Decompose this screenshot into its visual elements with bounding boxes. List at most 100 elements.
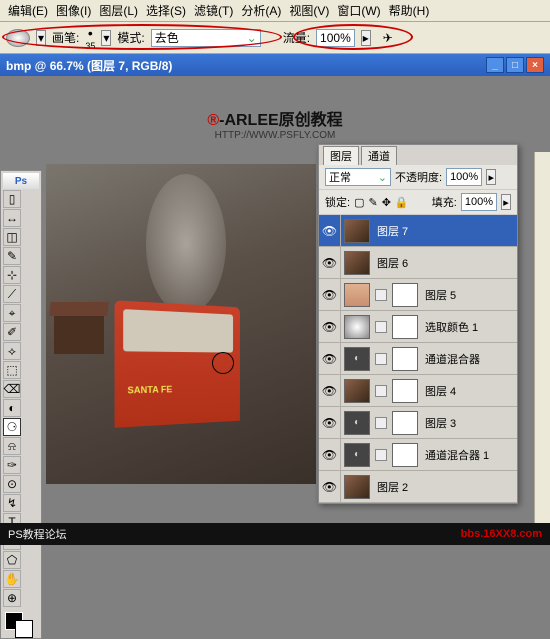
layer-name[interactable]: 图层 5: [421, 287, 517, 303]
tool-button[interactable]: ⟡: [3, 342, 21, 360]
tab-layers[interactable]: 图层: [323, 146, 359, 165]
layer-row[interactable]: 👁◐ 图层 3: [319, 407, 517, 439]
tool-button[interactable]: ⬠: [3, 551, 21, 569]
brush-picker-dropdown[interactable]: ▾: [101, 30, 111, 46]
visibility-toggle[interactable]: 👁: [319, 247, 341, 278]
layer-thumbnail[interactable]: [344, 251, 370, 275]
tool-button[interactable]: ⊹: [3, 266, 21, 284]
tool-button[interactable]: ◐: [3, 399, 21, 417]
visibility-toggle[interactable]: 👁: [319, 439, 341, 470]
layer-thumbnail[interactable]: [392, 347, 418, 371]
visibility-toggle[interactable]: 👁: [319, 215, 341, 246]
layer-row[interactable]: 👁 图层 6: [319, 247, 517, 279]
menu-item[interactable]: 视图(V): [285, 0, 333, 21]
vertical-scrollbar[interactable]: [534, 152, 550, 523]
visibility-toggle[interactable]: 👁: [319, 279, 341, 310]
link-icon: [375, 321, 387, 333]
layer-row[interactable]: 👁 选取颜色 1: [319, 311, 517, 343]
opacity-dropdown[interactable]: ▸: [486, 169, 496, 185]
layer-thumbnail[interactable]: [392, 379, 418, 403]
layer-thumbnail[interactable]: [344, 379, 370, 403]
menu-item[interactable]: 分析(A): [237, 0, 285, 21]
fill-dropdown[interactable]: ▸: [501, 194, 511, 210]
visibility-toggle[interactable]: 👁: [319, 375, 341, 406]
lock-position-icon[interactable]: ✥: [382, 196, 391, 209]
layer-name[interactable]: 图层 3: [421, 415, 517, 431]
menu-item[interactable]: 窗口(W): [333, 0, 384, 21]
layer-thumbnail[interactable]: ◐: [344, 411, 370, 435]
tool-button[interactable]: ✋: [3, 570, 21, 588]
tool-button[interactable]: ✐: [3, 323, 21, 341]
layer-name[interactable]: 图层 6: [373, 255, 517, 271]
layer-row[interactable]: 👁◐ 通道混合器 1: [319, 439, 517, 471]
blend-mode-select[interactable]: 正常 ⌄: [325, 168, 391, 186]
layer-row[interactable]: 👁 图层 2: [319, 471, 517, 503]
lock-transparency-icon[interactable]: ▢: [354, 196, 364, 209]
airbrush-icon[interactable]: ✈: [383, 31, 393, 45]
mode-select[interactable]: 去色 ⌄: [151, 29, 261, 47]
mode-label: 模式:: [117, 29, 144, 46]
tool-preset-icon[interactable]: [6, 29, 30, 47]
tool-button[interactable]: ⍾: [3, 437, 21, 455]
document-canvas[interactable]: [46, 164, 316, 484]
tool-button[interactable]: ⊕: [3, 589, 21, 607]
menu-item[interactable]: 编辑(E): [4, 0, 52, 21]
visibility-toggle[interactable]: 👁: [319, 343, 341, 374]
layer-thumbnail[interactable]: [344, 315, 370, 339]
tool-button[interactable]: ⌖: [3, 304, 21, 322]
visibility-toggle[interactable]: 👁: [319, 471, 341, 502]
tool-button[interactable]: ↯: [3, 494, 21, 512]
toolbox-header: Ps: [3, 173, 39, 189]
layer-name[interactable]: 图层 2: [373, 479, 517, 495]
lock-label: 锁定:: [325, 194, 350, 210]
tool-button[interactable]: ⬚: [3, 361, 21, 379]
layer-thumbnail[interactable]: ◐: [344, 443, 370, 467]
tab-channels[interactable]: 通道: [361, 146, 397, 165]
visibility-toggle[interactable]: 👁: [319, 311, 341, 342]
tool-button[interactable]: ⌫: [3, 380, 21, 398]
layer-row[interactable]: 👁 图层 7: [319, 215, 517, 247]
lock-all-icon[interactable]: 🔒: [395, 196, 409, 209]
layer-name[interactable]: 图层 7: [373, 223, 517, 239]
minimize-button[interactable]: _: [486, 57, 504, 73]
tool-preset-dropdown[interactable]: ▾: [36, 30, 46, 46]
close-button[interactable]: ×: [526, 57, 544, 73]
layer-thumbnail[interactable]: [392, 411, 418, 435]
fill-input[interactable]: 100%: [461, 193, 497, 211]
lock-fill-row: 锁定: ▢ ✎ ✥ 🔒 填充: 100% ▸: [319, 190, 517, 215]
layer-name[interactable]: 通道混合器 1: [421, 447, 517, 463]
layer-row[interactable]: 👁 图层 4: [319, 375, 517, 407]
layer-thumbnail[interactable]: [392, 315, 418, 339]
flow-input[interactable]: 100%: [316, 29, 355, 47]
layer-thumbnail[interactable]: [344, 475, 370, 499]
menu-item[interactable]: 选择(S): [142, 0, 190, 21]
layer-thumbnail[interactable]: [344, 219, 370, 243]
layer-thumbnail[interactable]: [344, 283, 370, 307]
tool-button[interactable]: ↔: [3, 209, 21, 227]
layer-thumbnail[interactable]: [392, 283, 418, 307]
lock-pixels-icon[interactable]: ✎: [368, 196, 377, 209]
layer-row[interactable]: 👁◐ 通道混合器: [319, 343, 517, 375]
tool-button[interactable]: ✎: [3, 247, 21, 265]
layer-name[interactable]: 选取颜色 1: [421, 319, 517, 335]
maximize-button[interactable]: □: [506, 57, 524, 73]
layer-row[interactable]: 👁 图层 5: [319, 279, 517, 311]
layer-name[interactable]: 图层 4: [421, 383, 517, 399]
menu-item[interactable]: 帮助(H): [385, 0, 434, 21]
opacity-input[interactable]: 100%: [446, 168, 482, 186]
tool-button[interactable]: ⊙: [3, 475, 21, 493]
flow-dropdown[interactable]: ▸: [361, 30, 371, 46]
menu-item[interactable]: 图像(I): [52, 0, 95, 21]
tool-button[interactable]: ▯: [3, 190, 21, 208]
tool-button[interactable]: ✑: [3, 456, 21, 474]
layer-thumbnail[interactable]: ◐: [344, 347, 370, 371]
visibility-toggle[interactable]: 👁: [319, 407, 341, 438]
background-color[interactable]: [15, 620, 33, 638]
menu-item[interactable]: 滤镜(T): [190, 0, 237, 21]
layer-name[interactable]: 通道混合器: [421, 351, 517, 367]
tool-button[interactable]: ⚆: [3, 418, 21, 436]
tool-button[interactable]: ⟋: [3, 285, 21, 303]
tool-button[interactable]: ◫: [3, 228, 21, 246]
layer-thumbnail[interactable]: [392, 443, 418, 467]
menu-item[interactable]: 图层(L): [95, 0, 142, 21]
